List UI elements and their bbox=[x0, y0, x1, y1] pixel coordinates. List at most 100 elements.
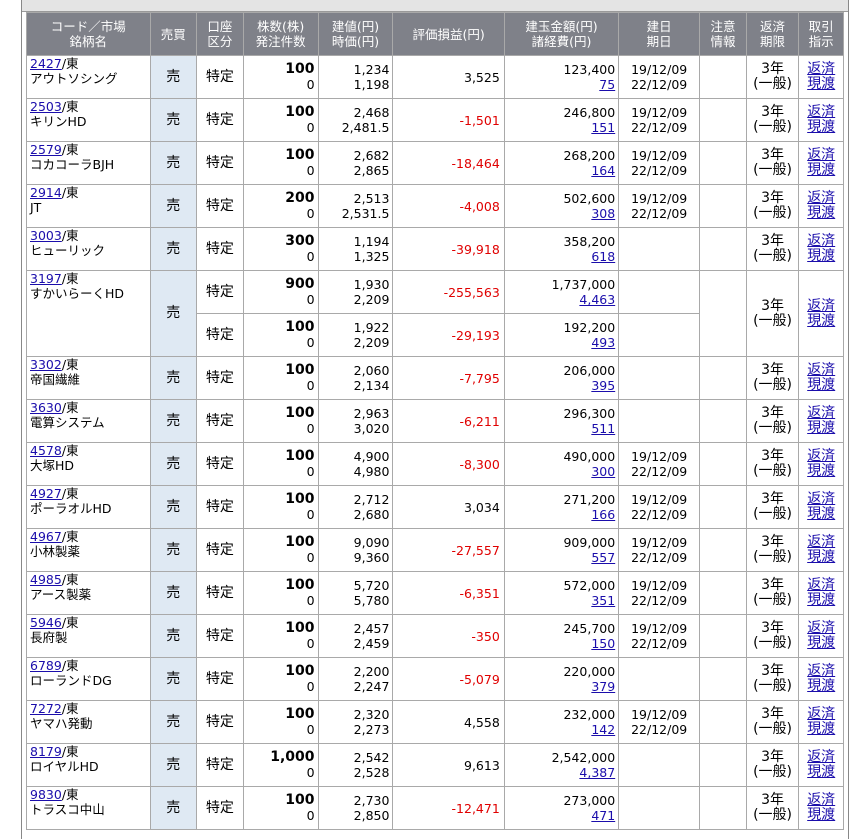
delivery-link[interactable]: 現渡 bbox=[799, 77, 843, 92]
repay-link[interactable]: 返済 bbox=[799, 406, 843, 421]
qty-cell: 100 0 bbox=[242, 399, 319, 443]
delivery-link[interactable]: 現渡 bbox=[799, 163, 843, 178]
term-cell: 3年 (一般) bbox=[745, 614, 800, 658]
fee-link[interactable]: 379 bbox=[591, 679, 615, 694]
repay-link[interactable]: 返済 bbox=[799, 62, 843, 77]
date-cell bbox=[618, 786, 701, 830]
amount-cell: 1,737,000 4,463 bbox=[503, 270, 620, 314]
fee-link[interactable]: 395 bbox=[591, 378, 615, 393]
repay-link[interactable]: 返済 bbox=[799, 449, 843, 464]
delivery-link[interactable]: 現渡 bbox=[799, 636, 843, 651]
fee-link[interactable]: 471 bbox=[591, 808, 615, 823]
pnl-cell: -255,563 bbox=[392, 270, 505, 314]
delivery-link[interactable]: 現渡 bbox=[799, 464, 843, 479]
action-cell: 返済 現渡 bbox=[798, 98, 844, 142]
term-type: (一般) bbox=[753, 463, 793, 479]
repay-link[interactable]: 返済 bbox=[799, 535, 843, 550]
repay-link[interactable]: 返済 bbox=[799, 707, 843, 722]
repay-link[interactable]: 返済 bbox=[799, 621, 843, 636]
header-action: 取引 指示 bbox=[798, 12, 844, 56]
delivery-link[interactable]: 現渡 bbox=[799, 120, 843, 135]
stock-code-link[interactable]: 2914 bbox=[30, 185, 62, 200]
term-years: 3年 bbox=[761, 448, 785, 464]
repay-link[interactable]: 返済 bbox=[799, 664, 843, 679]
fee-link[interactable]: 151 bbox=[591, 120, 615, 135]
repay-link[interactable]: 返済 bbox=[799, 793, 843, 808]
repay-link[interactable]: 返済 bbox=[799, 234, 843, 249]
delivery-link[interactable]: 現渡 bbox=[799, 722, 843, 737]
stock-code-link[interactable]: 4985 bbox=[30, 572, 62, 587]
side-cell: 売 bbox=[149, 55, 198, 99]
fee-link[interactable]: 300 bbox=[591, 464, 615, 479]
note-cell bbox=[699, 141, 747, 185]
account-cell: 特定 bbox=[196, 184, 244, 228]
table-row: 5946/東 長府製売特定 100 0 2,457 2,459 -350 245,700 150… bbox=[26, 614, 844, 658]
account-cell: 特定 bbox=[196, 141, 244, 185]
stock-code-link[interactable]: 7272 bbox=[30, 701, 62, 716]
current-price: 4,980 bbox=[353, 464, 390, 479]
delivery-link[interactable]: 現渡 bbox=[799, 550, 843, 565]
repay-link[interactable]: 返済 bbox=[799, 148, 843, 163]
pnl-cell: 3,525 bbox=[392, 55, 505, 99]
fee-link[interactable]: 557 bbox=[591, 550, 615, 565]
stock-code-link[interactable]: 4927 bbox=[30, 486, 62, 501]
fee-link[interactable]: 164 bbox=[591, 163, 615, 178]
stock-code-link[interactable]: 4967 bbox=[30, 529, 62, 544]
position-amount: 245,700 bbox=[563, 621, 616, 636]
repay-link[interactable]: 返済 bbox=[799, 105, 843, 120]
fee-link[interactable]: 308 bbox=[591, 206, 615, 221]
qty-cell: 100 0 bbox=[242, 55, 319, 99]
fee-link[interactable]: 150 bbox=[591, 636, 615, 651]
header-note: 注意 情報 bbox=[699, 12, 747, 56]
term-type: (一般) bbox=[753, 377, 793, 393]
stock-code-link[interactable]: 4578 bbox=[30, 443, 62, 458]
repay-link[interactable]: 返済 bbox=[799, 363, 843, 378]
qty-cell: 100 0 bbox=[242, 442, 319, 486]
fee-link[interactable]: 166 bbox=[591, 507, 615, 522]
delivery-link[interactable]: 現渡 bbox=[799, 378, 843, 393]
repay-link[interactable]: 返済 bbox=[799, 578, 843, 593]
stock-code-link[interactable]: 2579 bbox=[30, 142, 62, 157]
delivery-link[interactable]: 現渡 bbox=[799, 249, 843, 264]
stock-code-link[interactable]: 2503 bbox=[30, 99, 62, 114]
stock-code-link[interactable]: 3197 bbox=[30, 271, 62, 286]
delivery-link[interactable]: 現渡 bbox=[799, 808, 843, 823]
repay-link[interactable]: 返済 bbox=[799, 298, 843, 314]
note-cell bbox=[699, 571, 747, 615]
delivery-link[interactable]: 現渡 bbox=[799, 765, 843, 780]
term-type: (一般) bbox=[753, 506, 793, 522]
delivery-link[interactable]: 現渡 bbox=[799, 507, 843, 522]
fee-link[interactable]: 4,463 bbox=[579, 292, 615, 307]
side-cell: 売 bbox=[149, 270, 198, 357]
pnl-cell: -27,557 bbox=[392, 528, 505, 572]
fee-link[interactable]: 4,387 bbox=[579, 765, 615, 780]
expiry-date: 22/12/09 bbox=[631, 464, 688, 479]
repay-link[interactable]: 返済 bbox=[799, 492, 843, 507]
stock-code-link[interactable]: 3003 bbox=[30, 228, 62, 243]
stock-code-link[interactable]: 6789 bbox=[30, 658, 62, 673]
pnl-cell: -6,211 bbox=[392, 399, 505, 443]
entry-price: 9,090 bbox=[353, 535, 390, 550]
stock-code-link[interactable]: 3630 bbox=[30, 400, 62, 415]
fee-link[interactable]: 618 bbox=[591, 249, 615, 264]
fee-link[interactable]: 351 bbox=[591, 593, 615, 608]
stock-code-link[interactable]: 9830 bbox=[30, 787, 62, 802]
fee-link[interactable]: 511 bbox=[591, 421, 615, 436]
delivery-link[interactable]: 現渡 bbox=[799, 593, 843, 608]
repay-link[interactable]: 返済 bbox=[799, 750, 843, 765]
qty-cell: 900 0 bbox=[242, 270, 319, 314]
delivery-link[interactable]: 現渡 bbox=[799, 206, 843, 221]
stock-code-link[interactable]: 5946 bbox=[30, 615, 62, 630]
fee-link[interactable]: 142 bbox=[591, 722, 615, 737]
header-name: コード／市場 銘柄名 bbox=[26, 12, 151, 56]
fee-link[interactable]: 493 bbox=[591, 335, 615, 350]
stock-code-link[interactable]: 2427 bbox=[30, 56, 62, 71]
stock-code-link[interactable]: 8179 bbox=[30, 744, 62, 759]
delivery-link[interactable]: 現渡 bbox=[799, 313, 843, 329]
fee-link[interactable]: 75 bbox=[599, 77, 615, 92]
stock-code-link[interactable]: 3302 bbox=[30, 357, 62, 372]
repay-link[interactable]: 返済 bbox=[799, 191, 843, 206]
delivery-link[interactable]: 現渡 bbox=[799, 421, 843, 436]
action-cell: 返済 現渡 bbox=[798, 399, 844, 443]
delivery-link[interactable]: 現渡 bbox=[799, 679, 843, 694]
